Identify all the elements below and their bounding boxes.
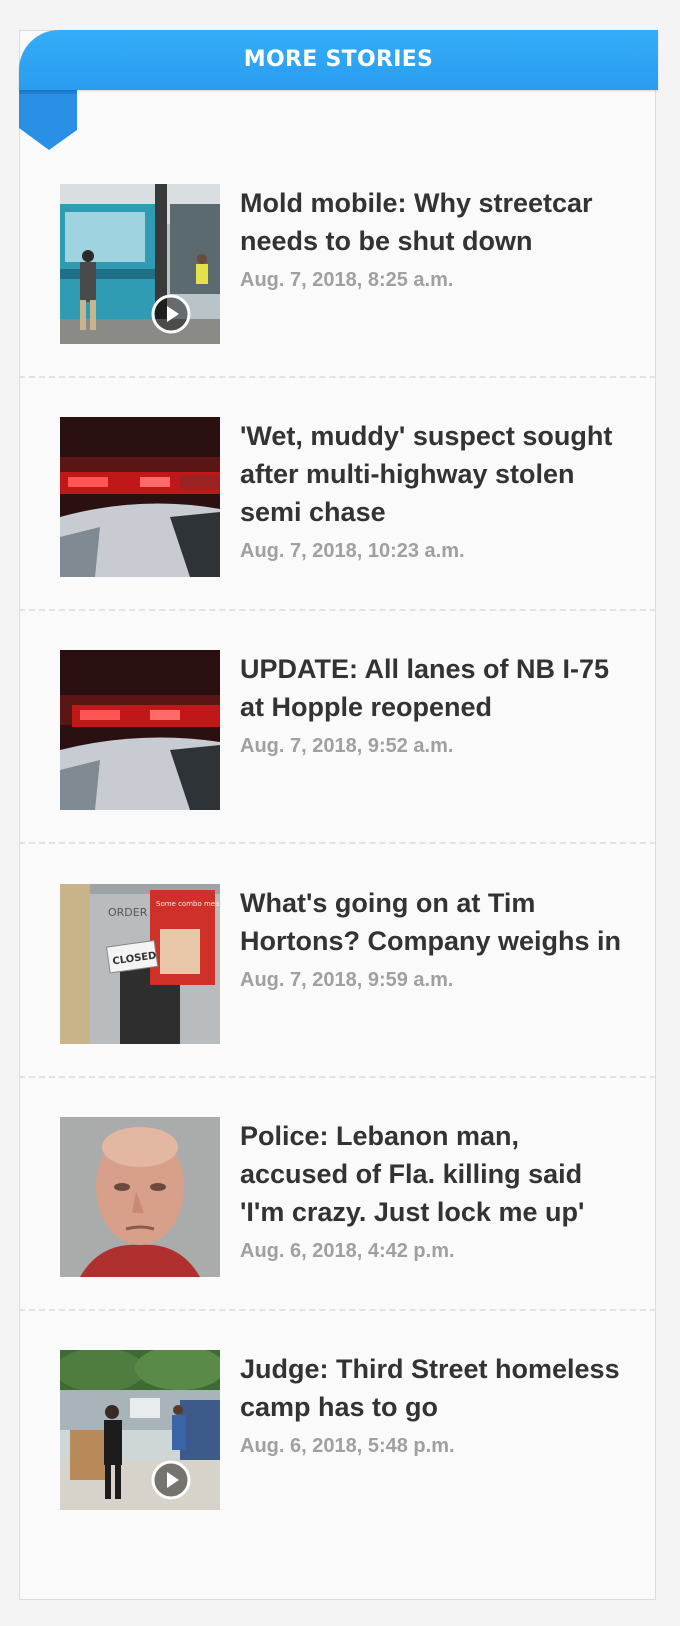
story-headline[interactable]: What's going on at Tim Hortons? Company …: [240, 888, 621, 956]
story-thumbnail[interactable]: ORDER H Some combo meal numbers have cha…: [60, 884, 220, 1044]
story-item[interactable]: Judge: Third Street homeless camp has to…: [19, 1350, 656, 1544]
story-date: Aug. 7, 2018, 9:52 a.m.: [240, 735, 454, 757]
story-item[interactable]: UPDATE: All lanes of NB I-75 at Hopple r…: [19, 650, 656, 844]
police-lights-photo-icon: [60, 650, 220, 810]
police-lights-photo-icon: [60, 417, 220, 577]
play-video-icon[interactable]: [151, 294, 191, 334]
streetcar-photo-icon: [60, 184, 220, 344]
story-headline-link[interactable]: Judge: Third Street homeless camp has to…: [240, 1350, 625, 1460]
story-headline[interactable]: Judge: Third Street homeless camp has to…: [240, 1354, 620, 1422]
story-date: Aug. 7, 2018, 9:59 a.m.: [240, 969, 454, 991]
story-headline[interactable]: 'Wet, muddy' suspect sought after multi-…: [240, 421, 612, 527]
play-video-icon[interactable]: [151, 1460, 191, 1500]
story-headline[interactable]: Police: Lebanon man, accused of Fla. kil…: [240, 1121, 584, 1227]
homeless-camp-photo-icon: [60, 1350, 220, 1510]
story-item[interactable]: Police: Lebanon man, accused of Fla. kil…: [19, 1117, 656, 1311]
drive-thru-closed-photo-icon: ORDER H Some combo meal numbers have cha…: [60, 884, 220, 1044]
story-date: Aug. 7, 2018, 10:23 a.m.: [240, 540, 465, 562]
notice-text: Some combo meal numbers have changed.: [156, 900, 220, 908]
story-thumbnail[interactable]: [60, 1350, 220, 1510]
story-date: Aug. 7, 2018, 8:25 a.m.: [240, 269, 454, 291]
mugshot-photo-icon: [60, 1117, 220, 1277]
story-thumbnail[interactable]: [60, 650, 220, 810]
story-headline-link[interactable]: What's going on at Tim Hortons? Company …: [240, 884, 625, 994]
story-item[interactable]: 'Wet, muddy' suspect sought after multi-…: [19, 417, 656, 611]
story-headline-link[interactable]: Police: Lebanon man, accused of Fla. kil…: [240, 1117, 625, 1265]
story-date: Aug. 6, 2018, 4:42 p.m.: [240, 1240, 455, 1262]
section-header-ribbon: MORE STORIES: [19, 30, 658, 90]
story-headline-link[interactable]: Mold mobile: Why streetcar needs to be s…: [240, 184, 625, 294]
story-headline-link[interactable]: UPDATE: All lanes of NB I-75 at Hopple r…: [240, 650, 625, 760]
section-title: MORE STORIES: [243, 47, 434, 72]
story-item[interactable]: ORDER H Some combo meal numbers have cha…: [19, 884, 656, 1078]
ribbon-fold-decoration: [19, 88, 77, 150]
story-headline-link[interactable]: 'Wet, muddy' suspect sought after multi-…: [240, 417, 625, 565]
story-date: Aug. 6, 2018, 5:48 p.m.: [240, 1435, 455, 1457]
story-thumbnail[interactable]: [60, 1117, 220, 1277]
story-headline[interactable]: UPDATE: All lanes of NB I-75 at Hopple r…: [240, 654, 609, 722]
story-thumbnail[interactable]: [60, 417, 220, 577]
story-thumbnail[interactable]: [60, 184, 220, 344]
story-item[interactable]: Mold mobile: Why streetcar needs to be s…: [19, 184, 656, 378]
story-headline[interactable]: Mold mobile: Why streetcar needs to be s…: [240, 188, 593, 256]
